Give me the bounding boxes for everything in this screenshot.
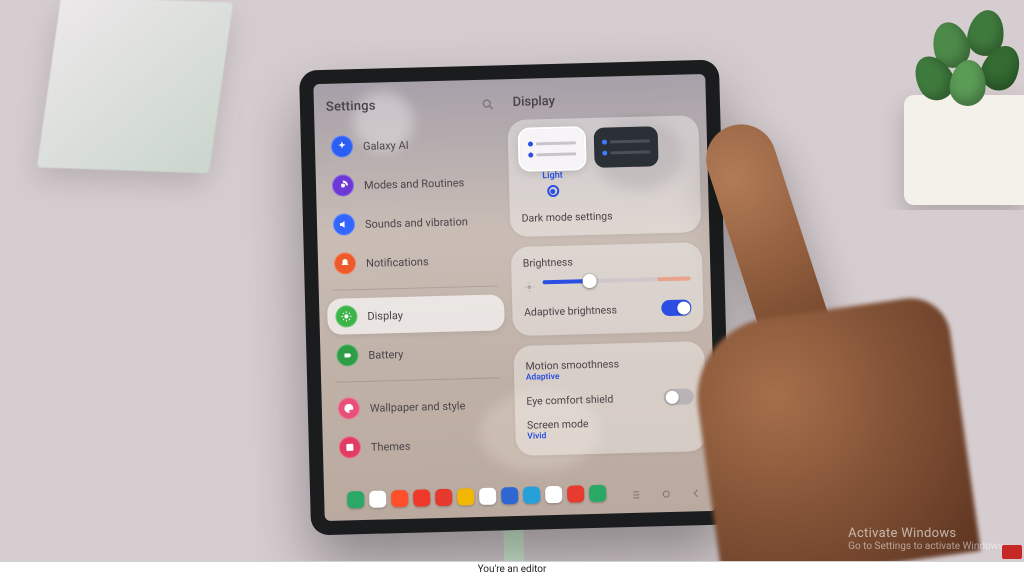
sidebar-item-label: Galaxy AI xyxy=(363,138,409,152)
dock-app-icon[interactable] xyxy=(412,489,429,506)
settings-title: Settings xyxy=(326,99,376,115)
sidebar-item-wallpaper[interactable]: Wallpaper and style xyxy=(329,386,507,427)
watermark-subtitle: Go to Settings to activate Windows. xyxy=(848,541,1006,552)
separator xyxy=(333,285,498,290)
sidebar-item-label: Notifications xyxy=(366,255,429,270)
sidebar-item-label: Themes xyxy=(371,439,411,453)
theme-light-label: Light xyxy=(542,171,563,182)
sidebar-item-label: Wallpaper and style xyxy=(370,399,466,414)
display-panel: Display Light xyxy=(506,80,708,480)
sidebar-item-label: Battery xyxy=(368,347,403,361)
eye-comfort-label: Eye comfort shield xyxy=(526,392,613,407)
sun-icon xyxy=(335,305,358,328)
sound-icon xyxy=(333,213,356,236)
sidebar-item-label: Modes and Routines xyxy=(364,176,465,192)
brightness-title: Brightness xyxy=(523,252,691,269)
sidebar-item-label: Display xyxy=(367,308,403,322)
caption-bar: You're an editor xyxy=(0,561,1024,576)
palette-icon xyxy=(338,397,361,420)
display-title: Display xyxy=(506,80,698,120)
dock-app-icon[interactable] xyxy=(522,486,539,503)
sidebar-item-galaxy-ai[interactable]: Galaxy AI xyxy=(323,124,501,165)
sidebar-item-modes[interactable]: Modes and Routines xyxy=(324,163,502,204)
sidebar-item-label: Sounds and vibration xyxy=(365,215,468,231)
adaptive-brightness-label: Adaptive brightness xyxy=(524,303,617,318)
brightness-slider[interactable] xyxy=(542,271,691,289)
separator xyxy=(335,377,500,382)
dock-app-icon[interactable] xyxy=(566,485,583,502)
eye-comfort-toggle[interactable] xyxy=(663,388,693,405)
desk-plant xyxy=(874,0,1024,210)
dock-app-icon[interactable] xyxy=(588,484,605,501)
themes-icon xyxy=(339,436,362,459)
dock-app-icon[interactable] xyxy=(368,490,385,507)
dock-app-icon[interactable] xyxy=(434,488,451,505)
dark-mode-settings-row[interactable]: Dark mode settings xyxy=(521,199,689,226)
motion-smoothness-row[interactable]: Motion smoothness Adaptive xyxy=(525,351,693,386)
dock-app-icon[interactable] xyxy=(347,491,364,508)
brightness-thumb[interactable] xyxy=(583,274,597,288)
dock-app-icon[interactable] xyxy=(390,489,407,506)
battery-icon xyxy=(336,344,359,367)
sidebar-item-notifications[interactable]: Notifications xyxy=(326,241,504,282)
adaptive-brightness-toggle[interactable] xyxy=(661,299,691,316)
sidebar-item-sounds[interactable]: Sounds and vibration xyxy=(325,202,503,243)
brightness-sun-icon xyxy=(523,277,534,288)
corner-badge xyxy=(1002,545,1022,559)
windows-activation-watermark: Activate Windows Go to Settings to activ… xyxy=(848,526,1006,552)
ai-icon xyxy=(331,135,354,158)
nav-home[interactable] xyxy=(660,485,672,497)
dock-app-icon[interactable] xyxy=(544,485,561,502)
screen-mode-row[interactable]: Screen mode Vivid xyxy=(527,410,695,445)
sidebar-item-display[interactable]: Display xyxy=(327,294,505,335)
theme-dark-tile[interactable] xyxy=(593,126,658,168)
dock-app-icon[interactable] xyxy=(500,487,517,504)
theme-light-radio[interactable] xyxy=(547,185,559,197)
tablet-screen: Settings Galaxy AI xyxy=(313,74,716,521)
nav-recents[interactable] xyxy=(630,486,642,498)
taskbar-dock xyxy=(338,484,614,508)
bell-icon xyxy=(334,252,357,275)
foldable-tablet: Settings Galaxy AI xyxy=(299,60,731,536)
caption-text: You're an editor xyxy=(478,564,547,575)
settings-sidebar: Settings Galaxy AI xyxy=(322,85,509,484)
dock-app-icon[interactable] xyxy=(478,487,495,504)
modes-icon xyxy=(332,174,355,197)
search-icon[interactable] xyxy=(480,96,494,110)
theme-card: Light Dark mode settings xyxy=(507,115,701,237)
nav-keys xyxy=(630,484,702,498)
sidebar-item-battery[interactable]: Battery xyxy=(328,333,506,374)
settings-list: Galaxy AI Modes and Routines Sounds and … xyxy=(323,124,508,466)
dock-app-icon[interactable] xyxy=(456,488,473,505)
sidebar-item-themes[interactable]: Themes xyxy=(330,425,508,466)
theme-light-tile[interactable] xyxy=(519,128,584,170)
nav-back[interactable] xyxy=(690,484,702,496)
brightness-card: Brightness Adaptive brightne xyxy=(510,242,704,336)
desk-glass-prism xyxy=(37,0,233,173)
watermark-title: Activate Windows xyxy=(848,526,1006,541)
advanced-card: Motion smoothness Adaptive Eye comfort s… xyxy=(513,341,707,456)
